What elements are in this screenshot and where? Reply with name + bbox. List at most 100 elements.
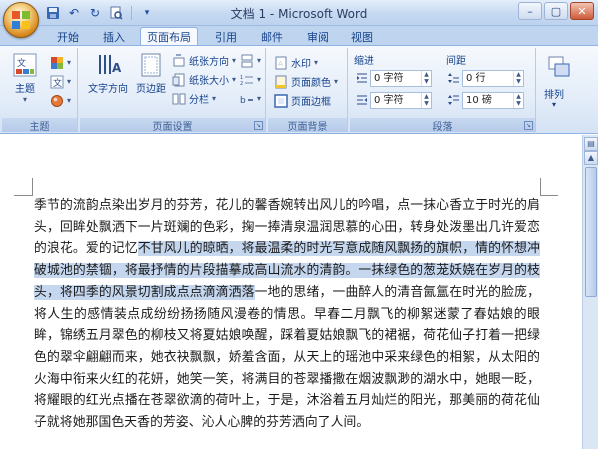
minimize-button[interactable]: –: [518, 2, 542, 20]
indent-right-value: 0 字符: [374, 95, 404, 106]
orientation-icon: [173, 54, 185, 66]
text-direction-button[interactable]: A 文字方向: [86, 52, 130, 95]
chevron-down-icon: ▾: [232, 75, 237, 84]
crop-mark: [32, 178, 33, 196]
indent-right-input[interactable]: 0 字符 ▲ ▼: [370, 92, 432, 109]
page-borders-icon: [274, 93, 288, 108]
paragraph-group: 缩进 间距 0 字符 ▲ ▼ 0 字符 ▲ ▼ 0 行 ▲ ▼ 10 磅 ▲ ▼ 段落 …: [350, 48, 536, 133]
indent-left-input[interactable]: 0 字符 ▲ ▼: [370, 70, 432, 87]
chevron-down-icon: ▾: [232, 56, 237, 65]
chevron-down-icon: ▾: [552, 100, 557, 109]
tab-references[interactable]: 引用: [206, 28, 246, 45]
themes-icon: 文: [13, 53, 37, 77]
crop-mark: [540, 195, 558, 196]
arrange-group: 排列 ▾: [538, 48, 580, 132]
hyphenation-button[interactable]: b ▾: [240, 90, 261, 107]
window-title: 文档 1 - Microsoft Word: [230, 7, 368, 21]
themes-button[interactable]: 文 主题 ▾: [10, 52, 40, 104]
tab-view[interactable]: 视图: [342, 28, 382, 45]
columns-label: 分栏: [189, 95, 209, 106]
page-setup-group: A 文字方向 页边距 纸张方向 ▾ 纸张大小 ▾ 分栏 ▾ ▾ 1 2 ▾ b ▾ 页面设置…: [80, 48, 266, 133]
chevron-down-icon: ▾: [314, 58, 319, 67]
chevron-down-icon: ▾: [334, 77, 339, 86]
crop-mark: [540, 178, 541, 196]
indent-left-icon: [357, 73, 367, 83]
columns-button[interactable]: 分栏 ▾: [172, 90, 216, 107]
spacing-label: 间距: [446, 56, 466, 67]
tab-home[interactable]: 开始: [48, 28, 88, 45]
spinner-arrows-icon[interactable]: ▲ ▼: [421, 93, 431, 108]
theme-colors-button[interactable]: ▾: [50, 54, 71, 71]
tab-mailings[interactable]: 邮件: [252, 28, 292, 45]
document-body-text[interactable]: 季节的流韵点染出岁月的芬芳，花儿的馨香婉转出风儿的吟唱，点一抹心香立于时光的肩头…: [34, 195, 540, 434]
paper-size-icon: [172, 73, 185, 86]
ribbon-tabs: 开始 插入 页面布局 引用 邮件 审阅 视图: [0, 26, 598, 46]
themes-label: 主题: [15, 84, 35, 95]
office-button[interactable]: [3, 2, 39, 38]
chevron-down-icon: ▾: [67, 77, 72, 86]
page-background-group-label: 页面背景: [268, 118, 347, 133]
line-numbers-button[interactable]: 1 2 ▾: [240, 71, 261, 88]
svg-text:A: A: [112, 61, 121, 75]
tab-review[interactable]: 审阅: [298, 28, 338, 45]
scrollbar-thumb[interactable]: [585, 167, 597, 297]
chevron-down-icon: ▾: [257, 94, 262, 103]
paper-size-label: 纸张大小: [189, 76, 229, 87]
page-borders-label: 页面边框: [291, 97, 331, 108]
spacing-before-icon: [448, 73, 459, 83]
spacing-after-icon: [448, 95, 459, 105]
spacing-after-input[interactable]: 10 磅 ▲ ▼: [462, 92, 524, 109]
themes-group-label: 主题: [2, 118, 77, 133]
title-bar: ↶ ↻ ▾ 文档 1 - Microsoft Word – ▢ ✕: [0, 0, 598, 26]
spacing-after-value: 10 磅: [466, 95, 492, 106]
vertical-scrollbar[interactable]: ▤ ▲: [582, 135, 598, 449]
theme-effects-icon: [51, 94, 63, 107]
margins-button[interactable]: 页边距: [132, 52, 170, 95]
theme-effects-button[interactable]: ▾: [50, 92, 71, 109]
indent-label: 缩进: [354, 56, 374, 67]
svg-text:文: 文: [53, 77, 62, 89]
page-setup-dialog-launcher-icon[interactable]: ↘: [254, 121, 263, 130]
scroll-up-icon[interactable]: ▲: [584, 151, 598, 165]
page-color-button[interactable]: 页面颜色 ▾: [274, 73, 338, 90]
breaks-icon: [241, 54, 253, 67]
chevron-down-icon: ▾: [22, 95, 27, 104]
watermark-button[interactable]: A 水印 ▾: [274, 54, 318, 71]
page-borders-button[interactable]: 页面边框: [274, 92, 331, 109]
watermark-label: 水印: [291, 59, 311, 70]
page-color-icon: [275, 75, 287, 88]
theme-colors-icon: [51, 56, 63, 69]
spacing-before-input[interactable]: 0 行 ▲ ▼: [462, 70, 524, 87]
svg-text:A: A: [278, 60, 283, 68]
margins-label: 页边距: [136, 84, 166, 95]
tab-insert[interactable]: 插入: [94, 28, 134, 45]
orientation-label: 纸张方向: [189, 57, 229, 68]
paragraph-mark-icon: ↵: [34, 415, 44, 428]
page-color-label: 页面颜色: [291, 78, 331, 89]
arrange-label: 排列: [544, 90, 564, 101]
theme-fonts-button[interactable]: 文 ▾: [50, 73, 71, 90]
page-background-group: A 水印 ▾ 页面颜色 ▾ 页面边框 页面背景: [268, 48, 348, 133]
watermark-icon: A: [275, 56, 287, 69]
hyphenation-icon: b: [240, 96, 253, 106]
spinner-arrows-icon[interactable]: ▲ ▼: [513, 71, 523, 86]
spinner-arrows-icon[interactable]: ▲ ▼: [421, 71, 431, 86]
spinner-arrows-icon[interactable]: ▲ ▼: [513, 93, 523, 108]
breaks-button[interactable]: ▾: [240, 52, 261, 69]
paragraph-dialog-launcher-icon[interactable]: ↘: [524, 121, 533, 130]
columns-icon: [172, 93, 186, 104]
spacing-before-value: 0 行: [466, 73, 486, 84]
indent-right-icon: [357, 95, 367, 105]
maximize-button[interactable]: ▢: [544, 2, 568, 20]
text-direction-label: 文字方向: [88, 84, 128, 95]
close-button[interactable]: ✕: [570, 2, 594, 20]
paper-size-button[interactable]: 纸张大小 ▾: [172, 71, 236, 88]
chevron-down-icon: ▾: [212, 94, 217, 103]
tab-page-layout[interactable]: 页面布局: [140, 27, 198, 46]
ruler-toggle-icon[interactable]: ▤: [584, 137, 598, 151]
theme-fonts-icon: 文: [50, 75, 64, 89]
svg-text:2: 2: [240, 81, 243, 87]
arrange-button[interactable]: [544, 54, 574, 82]
orientation-button[interactable]: 纸张方向 ▾: [172, 52, 236, 69]
arrange-icon: [548, 56, 570, 77]
